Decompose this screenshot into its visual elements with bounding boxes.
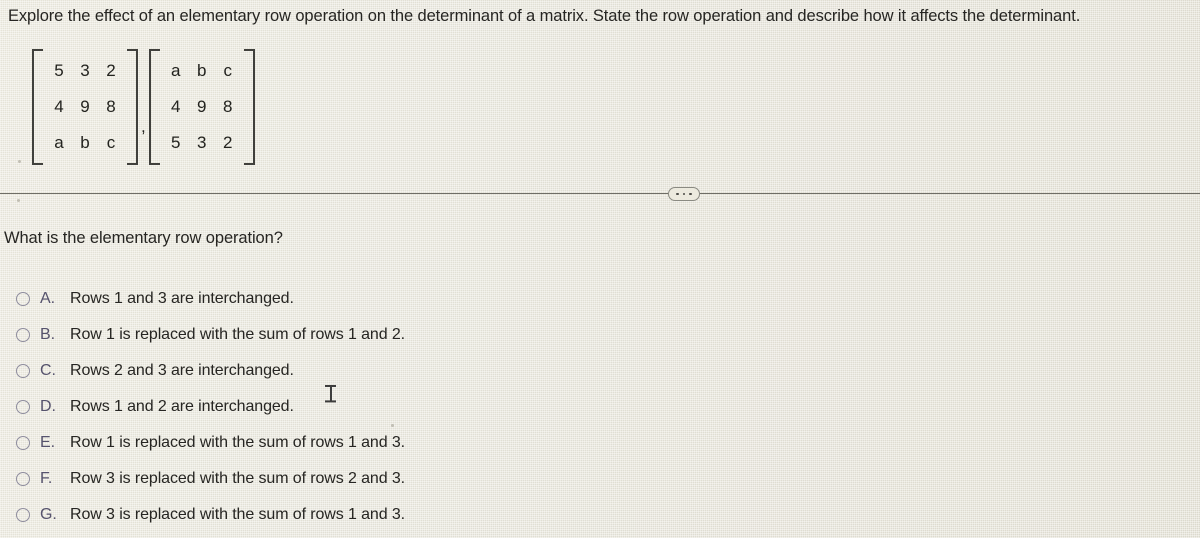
matrix-separator: ,: [141, 117, 146, 136]
option-label: Row 1 is replaced with the sum of rows 1…: [70, 326, 406, 343]
matrix-cell: 5: [171, 133, 181, 152]
matrix-row: 5 3 2: [163, 125, 241, 161]
matrix-cell: c: [223, 61, 232, 80]
matrix-cell: b: [80, 133, 90, 152]
option-label: Rows 1 and 2 are interchanged.: [70, 398, 294, 415]
prompt-text: Explore the effect of an elementary row …: [8, 7, 1081, 25]
option-letter: E.: [40, 434, 55, 451]
option-letter: A.: [40, 290, 55, 307]
radio-button-icon[interactable]: [16, 364, 30, 378]
matrix-cell: c: [106, 133, 116, 152]
matrix-cell: a: [171, 61, 181, 80]
option-letter: F.: [40, 470, 53, 487]
radio-button-icon[interactable]: [16, 328, 30, 342]
matrix-pair: 5 3 2 4 9 8 a b c , a b c 4 9 8 5 3 2: [30, 47, 257, 167]
matrix-cell: 5: [54, 61, 64, 80]
option-letter: C.: [40, 362, 56, 379]
radio-button-icon[interactable]: [16, 472, 30, 486]
ellipsis-dot-icon: [682, 192, 686, 196]
image-speck: [17, 199, 20, 202]
radio-button-icon[interactable]: [16, 508, 30, 522]
original-matrix: 5 3 2 4 9 8 a b c: [30, 47, 140, 167]
option-label: Row 3 is replaced with the sum of rows 2…: [70, 470, 406, 487]
option-letter: B.: [40, 326, 55, 343]
divider-line: [0, 193, 1200, 194]
radio-button-icon[interactable]: [16, 436, 30, 450]
more-options-ellipsis-button[interactable]: [668, 187, 700, 201]
matrix-cell: 4: [54, 97, 64, 116]
option-f[interactable]: F. Row 3 is replaced with the sum of row…: [0, 461, 800, 497]
matrix-cell: 2: [223, 133, 233, 152]
matrix-cell: 4: [171, 97, 181, 116]
option-e[interactable]: E. Row 1 is replaced with the sum of row…: [0, 425, 800, 461]
option-a[interactable]: A. Rows 1 and 3 are interchanged.: [0, 281, 800, 317]
transformed-matrix: a b c 4 9 8 5 3 2: [147, 47, 257, 167]
worksheet-page: Explore the effect of an elementary row …: [0, 0, 1200, 538]
matrix-row: 4 9 8: [46, 89, 124, 125]
option-b[interactable]: B. Row 1 is replaced with the sum of row…: [0, 317, 800, 353]
option-c[interactable]: C. Rows 2 and 3 are interchanged.: [0, 353, 800, 389]
image-speck: [391, 424, 394, 427]
option-letter: G.: [40, 506, 57, 523]
radio-button-icon[interactable]: [16, 400, 30, 414]
radio-button-icon[interactable]: [16, 292, 30, 306]
ellipsis-dot-icon: [676, 192, 679, 196]
matrix-cell: a: [54, 133, 64, 152]
option-label: Rows 2 and 3 are interchanged.: [70, 362, 294, 379]
matrix-cell: b: [197, 61, 207, 80]
matrix-cell: 2: [106, 61, 116, 80]
section-divider: [0, 186, 1200, 202]
image-speck: [18, 160, 21, 163]
matrix-row: 5 3 2: [46, 53, 124, 89]
matrix-cell: 3: [80, 61, 90, 80]
matrix-cell: 3: [197, 133, 207, 152]
option-d[interactable]: D. Rows 1 and 2 are interchanged.: [0, 389, 800, 425]
matrix-row: a b c: [163, 53, 241, 89]
matrix-cell: 8: [223, 97, 233, 116]
option-label: Row 1 is replaced with the sum of rows 1…: [70, 434, 406, 451]
option-letter: D.: [40, 398, 56, 415]
matrix-row: 4 9 8: [163, 89, 241, 125]
option-label: Row 3 is replaced with the sum of rows 1…: [70, 506, 406, 523]
matrix-cell: 8: [106, 97, 116, 116]
answer-options-list: A. Rows 1 and 3 are interchanged. B. Row…: [0, 281, 800, 533]
question-text: What is the elementary row operation?: [4, 229, 283, 247]
ellipsis-dot-icon: [689, 192, 692, 196]
matrix-cell: 9: [80, 97, 90, 116]
matrix-row: a b c: [46, 125, 124, 161]
option-g[interactable]: G. Row 3 is replaced with the sum of row…: [0, 497, 800, 533]
matrix-cell: 9: [197, 97, 207, 116]
option-label: Rows 1 and 3 are interchanged.: [70, 290, 294, 307]
